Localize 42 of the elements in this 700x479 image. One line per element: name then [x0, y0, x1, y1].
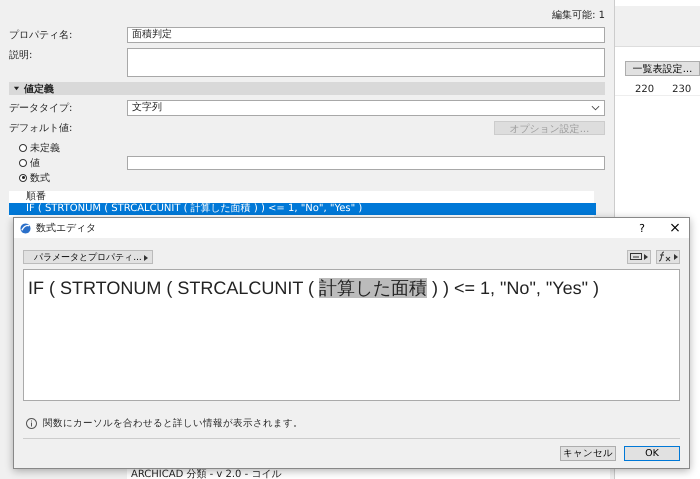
dialog-title: 数式エディタ — [36, 222, 96, 235]
list-row[interactable]: IF ( STRTONUM ( STRCALCUNIT ( 計算した面積 ) ) <= 1, "No", "Yes" ) — [9, 203, 596, 215]
description-field[interactable] — [127, 48, 605, 77]
schedule-settings-button[interactable]: 一覧表設定... — [625, 61, 700, 76]
section-header[interactable]: 値定義 — [9, 82, 605, 95]
caret-icon — [644, 254, 648, 260]
field-label: データタイプ: — [9, 102, 74, 115]
caret-icon — [144, 254, 148, 260]
field-label: 説明: — [9, 48, 34, 62]
editable-count: 編集可能: 1 — [552, 8, 605, 22]
formula-editor[interactable]: IF ( STRTONUM ( STRCALCUNIT ( 計算した面積 ) ) <= 1, "No", "Yes" ) — [23, 269, 680, 401]
keyboard-button[interactable] — [627, 250, 651, 264]
field-label: プロパティ名: — [9, 28, 74, 42]
info-text: 関数にカーソルを合わせると詳しい情報が表示されます。 — [43, 417, 303, 430]
radio-button[interactable] — [19, 158, 27, 166]
column-header: 順番 — [25, 191, 47, 203]
dialog-button[interactable]: OK — [624, 446, 680, 461]
radio-button[interactable] — [19, 174, 27, 182]
value-field[interactable] — [127, 156, 605, 170]
close-button[interactable]: × — [661, 220, 689, 236]
function-button[interactable] — [656, 250, 680, 264]
dialog-button[interactable]: キャンセル — [560, 446, 616, 461]
function-icon — [658, 251, 672, 262]
caret-icon — [13, 85, 20, 92]
datatype-dropdown[interactable]: 文字列 — [127, 100, 605, 116]
parameters-button[interactable]: パラメータとプロパティ... — [23, 250, 153, 264]
name-field[interactable]: 面積判定 — [127, 27, 605, 43]
keyboard-icon — [630, 253, 642, 260]
caret-icon — [674, 254, 678, 260]
radio-label: 値 — [30, 156, 40, 170]
radio-button[interactable] — [19, 144, 27, 152]
list-text: ARCHICAD 分類 - v 2.0 - コイル — [127, 469, 610, 479]
radio-label: 数式 — [30, 172, 50, 184]
section-title: 値定義 — [24, 82, 54, 96]
chevron-down-icon — [591, 105, 600, 111]
radio-label: 未定義 — [30, 142, 60, 154]
field-label: デフォルト値: — [9, 122, 74, 135]
ruler-label: 230 — [672, 84, 692, 95]
app-icon — [20, 222, 31, 234]
ruler-label: 220 — [635, 84, 654, 95]
info-icon — [26, 418, 37, 429]
help-button[interactable]: ? — [628, 222, 656, 234]
